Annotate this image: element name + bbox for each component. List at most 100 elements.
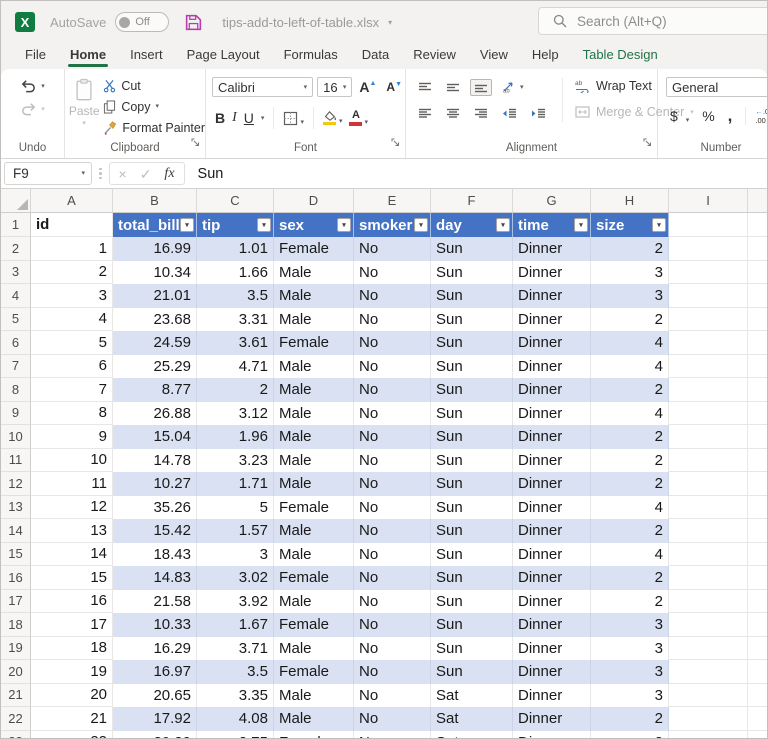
orientation-button[interactable]: ab ▾ (498, 78, 528, 96)
cell-G8[interactable]: Dinner (513, 378, 591, 402)
cell-B21[interactable]: 20.65 (113, 684, 197, 708)
column-header-E[interactable]: E (354, 189, 431, 212)
cell-D22[interactable]: Male (274, 707, 354, 731)
cell-I21[interactable] (669, 684, 748, 708)
confirm-entry-icon[interactable]: ✓ (140, 167, 152, 181)
column-header-A[interactable]: A (31, 189, 113, 212)
italic-button[interactable]: I (232, 110, 237, 126)
cell-C10[interactable]: 1.96 (197, 425, 274, 449)
cell-D15[interactable]: Male (274, 543, 354, 567)
filter-button-day[interactable]: ▾ (496, 218, 510, 232)
cell-H16[interactable]: 2 (591, 566, 669, 590)
table-header-smoker[interactable]: smoker▾ (354, 213, 431, 237)
row-filler-2[interactable] (748, 237, 767, 261)
cell-H9[interactable]: 4 (591, 402, 669, 426)
cell-F2[interactable]: Sun (431, 237, 513, 261)
column-header-G[interactable]: G (513, 189, 591, 212)
cell-C2[interactable]: 1.01 (197, 237, 274, 261)
cell-A5[interactable]: 4 (31, 308, 113, 332)
row-filler-1[interactable] (748, 213, 767, 237)
currency-format-button[interactable]: $ ▾ (670, 108, 689, 124)
tab-formulas[interactable]: Formulas (272, 43, 350, 68)
cell-F5[interactable]: Sun (431, 308, 513, 332)
cell-G21[interactable]: Dinner (513, 684, 591, 708)
row-filler-17[interactable] (748, 590, 767, 614)
cell-I4[interactable] (669, 284, 748, 308)
cell-E9[interactable]: No (354, 402, 431, 426)
row-header-15[interactable]: 15 (1, 543, 31, 567)
row-filler-10[interactable] (748, 425, 767, 449)
row-filler-22[interactable] (748, 707, 767, 731)
tab-page-layout[interactable]: Page Layout (175, 43, 272, 68)
cell-H17[interactable]: 2 (591, 590, 669, 614)
cell-F8[interactable]: Sun (431, 378, 513, 402)
cell-C16[interactable]: 3.02 (197, 566, 274, 590)
fill-color-button[interactable]: ▾ (323, 111, 343, 126)
cell-I5[interactable] (669, 308, 748, 332)
cell-D7[interactable]: Male (274, 355, 354, 379)
cell-B13[interactable]: 35.26 (113, 496, 197, 520)
cell-H12[interactable]: 2 (591, 472, 669, 496)
formula-bar-drag-handle[interactable] (99, 168, 102, 180)
cell-F15[interactable]: Sun (431, 543, 513, 567)
cell-H10[interactable]: 2 (591, 425, 669, 449)
cell-I8[interactable] (669, 378, 748, 402)
column-header-F[interactable]: F (431, 189, 513, 212)
table-header-total_bill[interactable]: total_bill▾ (113, 213, 197, 237)
cell-G12[interactable]: Dinner (513, 472, 591, 496)
tab-review[interactable]: Review (401, 43, 468, 68)
table-header-size[interactable]: size▾ (591, 213, 669, 237)
cell-B8[interactable]: 8.77 (113, 378, 197, 402)
cell-F4[interactable]: Sun (431, 284, 513, 308)
search-box[interactable]: Search (Alt+Q) (538, 7, 768, 35)
cell-C15[interactable]: 3 (197, 543, 274, 567)
cell-E21[interactable]: No (354, 684, 431, 708)
cell-E23[interactable]: No (354, 731, 431, 739)
cell-G22[interactable]: Dinner (513, 707, 591, 731)
row-header-6[interactable]: 6 (1, 331, 31, 355)
cell-D21[interactable]: Male (274, 684, 354, 708)
cell-D13[interactable]: Female (274, 496, 354, 520)
row-filler-19[interactable] (748, 637, 767, 661)
cell-B4[interactable]: 21.01 (113, 284, 197, 308)
font-size-select[interactable]: 16▾ (317, 77, 352, 97)
cell-A17[interactable]: 16 (31, 590, 113, 614)
cell-F22[interactable]: Sat (431, 707, 513, 731)
cell-B10[interactable]: 15.04 (113, 425, 197, 449)
cell-D10[interactable]: Male (274, 425, 354, 449)
cell-D18[interactable]: Female (274, 613, 354, 637)
cell-G7[interactable]: Dinner (513, 355, 591, 379)
cell-A2[interactable]: 1 (31, 237, 113, 261)
cell-D8[interactable]: Male (274, 378, 354, 402)
row-header-3[interactable]: 3 (1, 261, 31, 285)
cell-F6[interactable]: Sun (431, 331, 513, 355)
cell-B20[interactable]: 16.97 (113, 660, 197, 684)
cell-C4[interactable]: 3.5 (197, 284, 274, 308)
row-header-1[interactable]: 1 (1, 213, 31, 237)
row-header-22[interactable]: 22 (1, 707, 31, 731)
formula-input[interactable]: Sun (198, 166, 224, 182)
cell-D2[interactable]: Female (274, 237, 354, 261)
row-header-9[interactable]: 9 (1, 402, 31, 426)
decrease-indent-button[interactable] (498, 105, 521, 122)
cell-H22[interactable]: 2 (591, 707, 669, 731)
cell-H4[interactable]: 3 (591, 284, 669, 308)
cell-I13[interactable] (669, 496, 748, 520)
cell-G5[interactable]: Dinner (513, 308, 591, 332)
cell-H18[interactable]: 3 (591, 613, 669, 637)
row-header-19[interactable]: 19 (1, 637, 31, 661)
tab-home[interactable]: Home (58, 43, 118, 68)
cell-C19[interactable]: 3.71 (197, 637, 274, 661)
cell-I19[interactable] (669, 637, 748, 661)
tab-insert[interactable]: Insert (118, 43, 175, 68)
tab-help[interactable]: Help (520, 43, 571, 68)
cell-E20[interactable]: No (354, 660, 431, 684)
cell-D20[interactable]: Female (274, 660, 354, 684)
cell-C11[interactable]: 3.23 (197, 449, 274, 473)
cell-H2[interactable]: 2 (591, 237, 669, 261)
format-painter-button[interactable]: Format Painter (103, 119, 205, 136)
cell-A6[interactable]: 5 (31, 331, 113, 355)
cell-H13[interactable]: 4 (591, 496, 669, 520)
borders-button[interactable]: ▾ (283, 111, 304, 126)
cell-A19[interactable]: 18 (31, 637, 113, 661)
